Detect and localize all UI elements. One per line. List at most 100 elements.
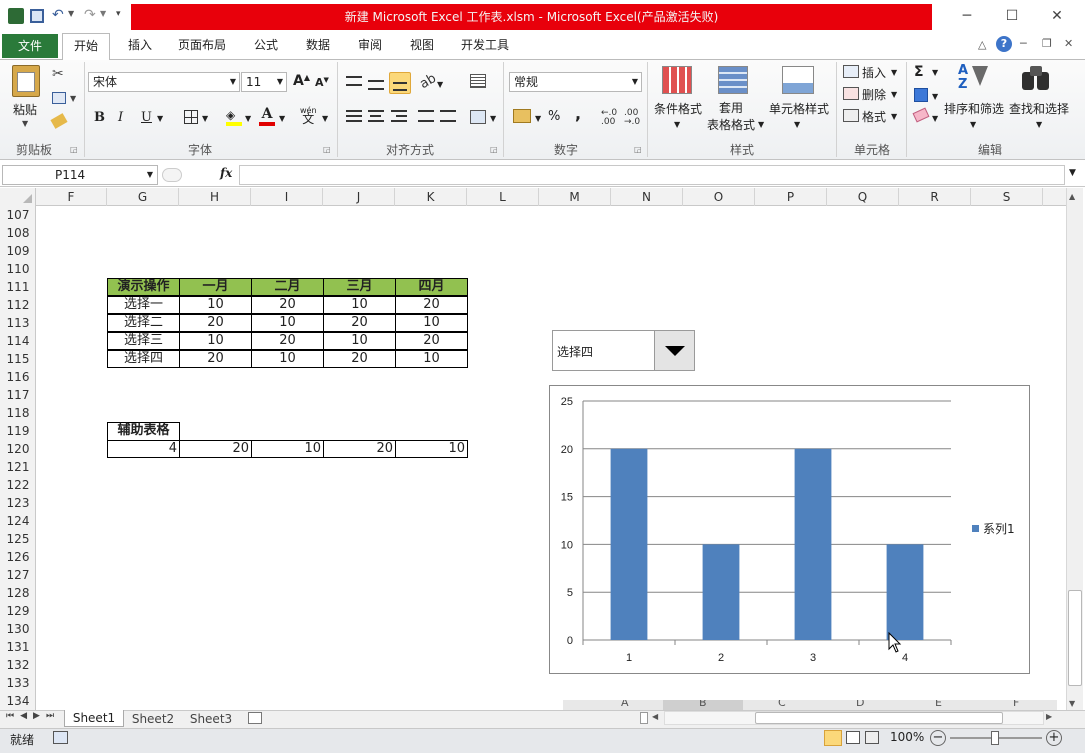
horizontal-scrollbar[interactable] <box>664 711 1044 725</box>
align-top-icon[interactable] <box>346 76 362 86</box>
formula-input[interactable] <box>239 165 1065 185</box>
table-cell[interactable]: 20 <box>251 296 324 314</box>
tab-home[interactable]: 开始 <box>62 33 110 60</box>
table-cell[interactable]: 20 <box>395 332 468 350</box>
column-header[interactable]: G <box>107 188 179 206</box>
clipboard-launcher-icon[interactable]: ◲ <box>70 145 78 154</box>
horizontal-scroll-thumb[interactable] <box>755 712 1003 724</box>
table-header-cell[interactable]: 一月 <box>179 278 252 296</box>
row-header[interactable]: 126 <box>0 548 36 566</box>
row-header[interactable]: 115 <box>0 350 36 368</box>
table-cell[interactable]: 20 <box>395 296 468 314</box>
zoom-slider-thumb[interactable] <box>991 731 999 745</box>
tab-page-layout[interactable]: 页面布局 <box>170 33 234 59</box>
copy-icon[interactable] <box>52 92 66 104</box>
fill-dropdown-icon[interactable]: ▼ <box>932 92 938 101</box>
helper-table-cell[interactable]: 20 <box>179 440 252 458</box>
tab-file[interactable]: 文件 <box>2 34 58 58</box>
formula-bar-splitter[interactable] <box>162 168 182 182</box>
scroll-up-icon[interactable]: ▲ <box>1069 192 1075 201</box>
tab-insert[interactable]: 插入 <box>118 33 162 59</box>
delete-cells-button[interactable]: 删除 <box>862 86 886 103</box>
table-cell[interactable]: 选择四 <box>107 350 180 368</box>
table-cell[interactable]: 20 <box>179 314 252 332</box>
helper-table-cell[interactable]: 10 <box>395 440 468 458</box>
insert-sheet-icon[interactable] <box>248 712 262 724</box>
zoom-in-icon[interactable]: + <box>1046 730 1062 746</box>
column-header[interactable]: I <box>251 188 323 206</box>
combo-box-button[interactable] <box>654 331 694 370</box>
table-header-cell[interactable]: 二月 <box>251 278 324 296</box>
cell-styles-button[interactable]: 单元格样式 <box>769 100 829 117</box>
row-header[interactable]: 114 <box>0 332 36 350</box>
row-header[interactable]: 125 <box>0 530 36 548</box>
clear-dropdown-icon[interactable]: ▼ <box>932 114 938 123</box>
row-header[interactable]: 107 <box>0 206 36 224</box>
tab-data[interactable]: 数据 <box>296 33 340 59</box>
phonetic-dropdown-icon[interactable]: ▼ <box>322 114 328 123</box>
row-header[interactable]: 110 <box>0 260 36 278</box>
table-cell[interactable]: 10 <box>251 314 324 332</box>
fill-icon[interactable] <box>914 88 928 102</box>
table-header-cell[interactable]: 三月 <box>323 278 396 296</box>
column-header[interactable]: L <box>467 188 539 206</box>
tab-review[interactable]: 审阅 <box>348 33 392 59</box>
table-cell[interactable]: 20 <box>251 332 324 350</box>
sheet-tab-sheet1[interactable]: Sheet1 <box>64 710 124 727</box>
page-break-view-button[interactable] <box>865 731 879 744</box>
row-header[interactable]: 134 <box>0 692 36 710</box>
ribbon-collapse-icon[interactable]: △ <box>978 38 986 51</box>
table-cell[interactable]: 选择二 <box>107 314 180 332</box>
italic-button[interactable]: I <box>118 110 123 125</box>
align-bottom-button[interactable] <box>389 72 411 94</box>
font-color-dropdown-icon[interactable]: ▼ <box>279 114 285 123</box>
find-select-button[interactable]: 查找和选择 <box>1009 100 1069 117</box>
scroll-down-icon[interactable]: ▼ <box>1069 699 1075 708</box>
insert-function-button[interactable]: fx <box>220 166 232 180</box>
save-icon[interactable] <box>30 9 44 23</box>
column-header[interactable]: K <box>395 188 467 206</box>
alignment-launcher-icon[interactable]: ◲ <box>490 145 498 154</box>
row-header[interactable]: 108 <box>0 224 36 242</box>
column-header[interactable]: H <box>179 188 251 206</box>
row-header[interactable]: 118 <box>0 404 36 422</box>
table-cell[interactable]: 20 <box>323 350 396 368</box>
table-cell[interactable]: 20 <box>179 350 252 368</box>
close-button[interactable]: ✕ <box>1042 6 1072 26</box>
table-cell[interactable]: 10 <box>179 296 252 314</box>
merge-dropdown-icon[interactable]: ▼ <box>490 114 496 123</box>
fill-color-dropdown-icon[interactable]: ▼ <box>245 114 251 123</box>
percent-button[interactable]: % <box>548 109 560 124</box>
customize-quick-access-icon[interactable]: ▾ <box>116 9 121 19</box>
font-launcher-icon[interactable]: ◲ <box>323 145 331 154</box>
row-header[interactable]: 121 <box>0 458 36 476</box>
zoom-out-icon[interactable]: − <box>930 730 946 746</box>
align-center-icon[interactable] <box>368 110 384 122</box>
sheet-tab-sheet3[interactable]: Sheet3 <box>182 711 240 727</box>
currency-icon[interactable] <box>513 109 531 123</box>
format-as-table-button[interactable]: 套用 表格格式 <box>707 100 755 134</box>
table-cell[interactable]: 20 <box>323 314 396 332</box>
scroll-right-icon[interactable]: ▶ <box>1046 712 1052 721</box>
increase-decimal-button[interactable]: ←.0 .00 <box>601 109 617 127</box>
grow-font-button[interactable]: A▲ <box>293 73 310 89</box>
maximize-button[interactable]: ☐ <box>997 6 1027 26</box>
tab-formulas[interactable]: 公式 <box>244 33 288 59</box>
column-header[interactable]: J <box>323 188 395 206</box>
table-cell[interactable]: 10 <box>323 296 396 314</box>
column-header[interactable]: N <box>611 188 683 206</box>
table-cell[interactable]: 10 <box>395 314 468 332</box>
row-header[interactable]: 131 <box>0 638 36 656</box>
table-cell[interactable]: 10 <box>323 332 396 350</box>
row-header[interactable]: 122 <box>0 476 36 494</box>
borders-dropdown-icon[interactable]: ▼ <box>202 114 208 123</box>
helper-table-cell[interactable]: 4 <box>107 440 180 458</box>
tab-view[interactable]: 视图 <box>400 33 444 59</box>
minimize-button[interactable]: ─ <box>952 6 982 26</box>
shrink-font-button[interactable]: A▼ <box>315 76 329 89</box>
currency-dropdown-icon[interactable]: ▼ <box>535 114 541 123</box>
row-header[interactable]: 132 <box>0 656 36 674</box>
table-cell[interactable]: 10 <box>179 332 252 350</box>
column-header[interactable]: R <box>899 188 971 206</box>
redo-icon[interactable]: ↷ <box>84 7 96 23</box>
